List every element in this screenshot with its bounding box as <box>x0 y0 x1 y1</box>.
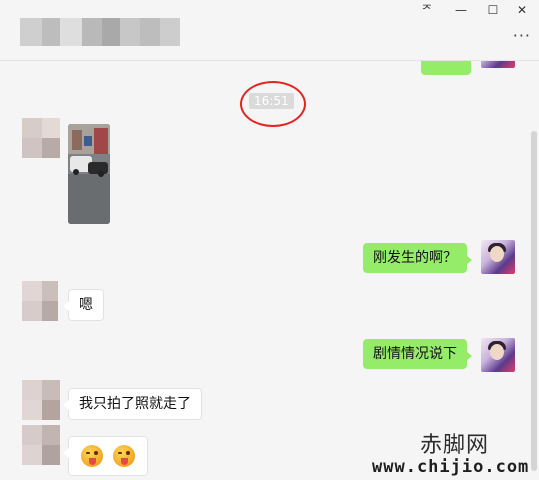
my-message-bubble[interactable]: 刚发生的啊？ <box>363 243 472 273</box>
maximize-icon: ☐ <box>487 3 499 17</box>
more-icon: ··· <box>512 26 531 45</box>
my-avatar[interactable] <box>481 61 515 68</box>
highlight-circle <box>240 81 306 127</box>
tongue-wink-emoji-icon <box>81 445 103 467</box>
contact-avatar[interactable] <box>22 118 60 158</box>
close-button[interactable]: ✕ <box>505 0 539 20</box>
street-photo-image <box>68 124 110 224</box>
contact-emoji-bubble[interactable] <box>63 436 148 476</box>
my-message-bubble[interactable]: 剧情情况说下 <box>363 339 472 369</box>
tongue-wink-emoji-icon <box>113 445 135 467</box>
previous-message-bubble[interactable] <box>421 61 471 75</box>
chat-area[interactable]: 16:51 刚发生的啊？ 嗯 剧情情况说下 我只拍了照就走了 赤脚网 www.c… <box>0 61 539 480</box>
watermark-logo-text: 赤脚网 <box>420 433 490 458</box>
contact-message-bubble[interactable]: 我只拍了照就走了 <box>63 388 202 420</box>
more-options-button[interactable]: ··· <box>513 26 531 45</box>
photo-message[interactable] <box>68 124 110 224</box>
close-icon: ✕ <box>516 3 528 17</box>
pin-button[interactable]: ᅎ <box>410 0 444 20</box>
contact-avatar[interactable] <box>22 281 60 321</box>
watermark-url: www.chijio.com <box>372 457 530 477</box>
pin-icon: ᅎ <box>421 3 433 17</box>
minimize-icon: — <box>455 3 467 17</box>
my-avatar[interactable] <box>481 240 515 274</box>
my-avatar[interactable] <box>481 338 515 372</box>
title-bar: ᅎ — ☐ ✕ ··· <box>0 0 539 61</box>
blurred-contact-name <box>20 18 180 46</box>
contact-message-bubble[interactable]: 嗯 <box>63 289 104 321</box>
scrollbar-thumb[interactable] <box>531 131 537 471</box>
minimize-button[interactable]: — <box>444 0 478 20</box>
contact-avatar[interactable] <box>22 380 60 420</box>
contact-avatar[interactable] <box>22 425 60 465</box>
